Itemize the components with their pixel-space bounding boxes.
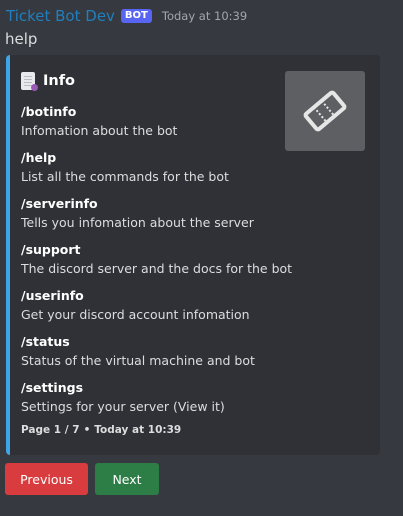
field-name: /help (21, 150, 57, 165)
bot-message: Ticket Bot Dev BOT Today at 10:39 help I… (0, 0, 403, 516)
button-row: Previous Next (5, 463, 159, 495)
embed-field-help: /help List all the commands for the bot (21, 149, 283, 195)
message-timestamp: Today at 10:39 (161, 9, 248, 23)
field-value: Tells you infomation about the server (21, 215, 254, 230)
field-name: /userinfo (21, 288, 84, 303)
field-value: Status of the virtual machine and bot (21, 353, 255, 368)
field-name: /settings (21, 380, 84, 395)
embed-field-settings: /settings Settings for your server (View… (21, 379, 283, 425)
embed-footer: Page 1 / 7 • Today at 10:39 (21, 423, 181, 437)
field-value: List all the commands for the bot (21, 169, 229, 184)
embed-field-userinfo: /userinfo Get your discord account infom… (21, 287, 283, 333)
field-value: Settings for your server (View it) (21, 399, 225, 414)
next-button[interactable]: Next (95, 463, 159, 495)
embed: Info /botinfo Infomation about the bot /… (6, 55, 380, 455)
embed-fields: /botinfo Infomation about the bot /help … (21, 103, 293, 425)
field-value: Get your discord account infomation (21, 307, 250, 322)
field-name: /support (21, 242, 81, 257)
author-name[interactable]: Ticket Bot Dev (6, 6, 115, 26)
message-content: help (5, 30, 38, 48)
message-header: Ticket Bot Dev BOT Today at 10:39 (6, 6, 247, 26)
embed-title: Info (21, 71, 75, 91)
field-value: Infomation about the bot (21, 123, 178, 138)
embed-thumbnail[interactable] (285, 71, 365, 151)
previous-button[interactable]: Previous (5, 463, 88, 495)
bot-tag: BOT (120, 9, 152, 23)
footer-separator: • (83, 424, 91, 436)
ticket-icon (303, 90, 347, 132)
embed-field-serverinfo: /serverinfo Tells you infomation about t… (21, 195, 283, 241)
embed-title-text: Info (43, 73, 75, 89)
field-name: /status (21, 334, 70, 349)
field-name: /botinfo (21, 104, 77, 119)
page-indicator: Page 1 / 7 (21, 424, 80, 436)
field-value: The discord server and the docs for the … (21, 261, 293, 276)
embed-field-botinfo: /botinfo Infomation about the bot (21, 103, 283, 149)
field-name: /serverinfo (21, 196, 98, 211)
footer-timestamp: Today at 10:39 (94, 424, 182, 436)
page-facing-up-icon (21, 71, 38, 91)
embed-field-status: /status Status of the virtual machine an… (21, 333, 283, 379)
embed-field-support: /support The discord server and the docs… (21, 241, 293, 287)
